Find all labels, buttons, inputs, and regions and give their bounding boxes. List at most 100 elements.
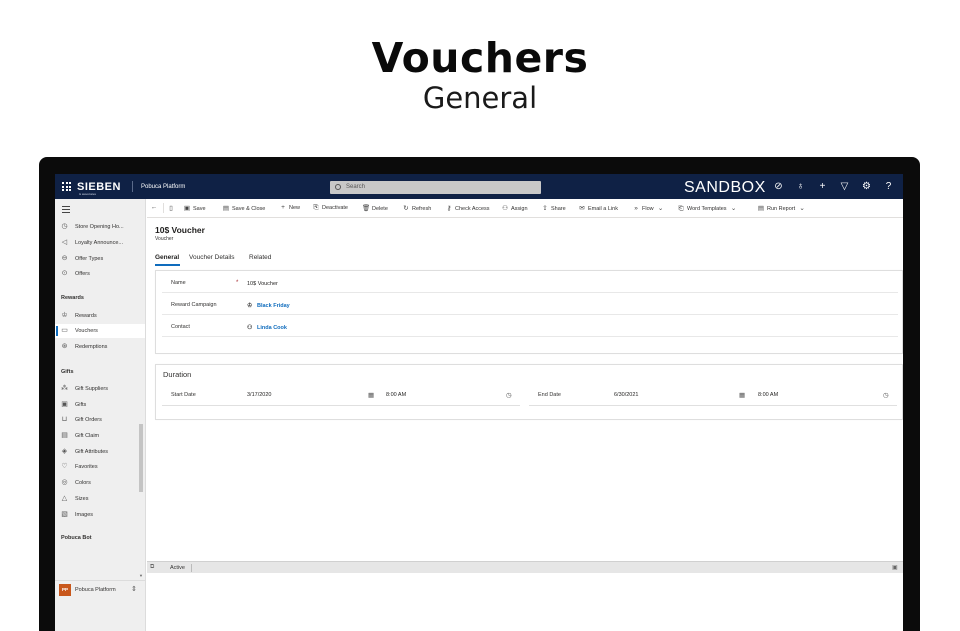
contact-lookup[interactable]: ⚇ Linda Cook xyxy=(247,324,287,331)
end-time-input[interactable]: 8:00 AM xyxy=(758,392,778,398)
reward-campaign-lookup[interactable]: ♔ Black Friday xyxy=(247,302,290,309)
share-button[interactable]: ⇪ Share xyxy=(541,204,565,213)
contact-value[interactable]: Linda Cook xyxy=(257,325,287,331)
app-name[interactable]: Pobuca Platform xyxy=(141,184,185,190)
record-title: 10$ Voucher xyxy=(155,225,205,235)
chevron-down-icon: ⌄ xyxy=(657,205,664,212)
reward-campaign-label: Reward Campaign xyxy=(171,302,217,308)
chevron-updown-icon: ⇕ xyxy=(131,586,137,593)
search-icon xyxy=(335,184,341,190)
clock-icon[interactable]: ◷ xyxy=(883,391,889,399)
sidebar-item-vouchers[interactable]: ▭ Vouchers xyxy=(55,324,145,338)
sidebar-item-label: Offer Types xyxy=(75,256,104,262)
new-button[interactable]: + New xyxy=(279,204,300,213)
sidebar-item-offer-types[interactable]: ⊖ Offer Types xyxy=(55,252,145,266)
calendar-icon[interactable]: ▦ xyxy=(368,391,374,399)
refresh-icon: ↻ xyxy=(403,205,409,212)
task-icon[interactable]: ⊘ xyxy=(773,181,784,192)
sidebar-item-label: Rewards xyxy=(75,313,97,319)
sidebar-item-gift-attributes[interactable]: ◈ Gift Attributes xyxy=(55,445,145,459)
sidebar-item-loyalty-announcements[interactable]: ◁ Loyalty Announce... xyxy=(55,236,145,250)
clock-icon[interactable]: ◷ xyxy=(506,391,512,399)
chevron-down-icon: ⌄ xyxy=(799,205,805,212)
sidebar-item-label: Store Opening Ho... xyxy=(75,224,124,230)
start-date-label: Start Date xyxy=(171,392,196,398)
reward-campaign-value[interactable]: Black Friday xyxy=(257,303,290,309)
field-row-end-date: End Date 6/30/2021 ▦ 8:00 AM ◷ xyxy=(529,384,897,406)
run-report-button[interactable]: ▤ Run Report ⌄ xyxy=(757,204,808,213)
word-icon: ⎗ xyxy=(678,205,684,212)
sidebar-item-gift-suppliers[interactable]: ⁂ Gift Suppliers xyxy=(55,382,145,396)
sidebar-item-favorites[interactable]: ♡ Favorites xyxy=(55,460,145,474)
active-tab-indicator xyxy=(155,264,180,266)
delete-button[interactable]: 🗑 Delete xyxy=(362,204,388,213)
app-launcher-icon[interactable] xyxy=(62,182,71,191)
sidebar-item-gift-orders[interactable]: ⊔ Gift Orders xyxy=(55,413,145,427)
claim-icon: ▤ xyxy=(61,432,68,439)
search-placeholder: Search xyxy=(346,184,366,190)
tab-general[interactable]: General xyxy=(155,254,179,261)
open-in-window-icon[interactable]: ⧉ xyxy=(150,564,154,571)
area-switcher[interactable]: PP Pobuca Platform ⇕ xyxy=(55,580,145,598)
clock-icon: ◷ xyxy=(61,223,68,230)
sidebar-item-label: Colors xyxy=(75,480,91,486)
global-search-input[interactable]: Search xyxy=(330,181,541,194)
sidebar-item-label: Redemptions xyxy=(75,344,108,350)
name-field[interactable]: 10$ Voucher xyxy=(247,281,278,287)
sidebar-scrollbar[interactable] xyxy=(139,424,143,492)
field-row-reward-campaign: Reward Campaign ♔ Black Friday xyxy=(162,293,898,315)
assign-button[interactable]: ⚇ Assign xyxy=(501,204,528,213)
end-date-input[interactable]: 6/30/2021 xyxy=(614,392,638,398)
field-row-start-date: Start Date 3/17/2020 ▦ 8:00 AM ◷ xyxy=(162,384,520,406)
word-templates-button[interactable]: ⎗ Word Templates ⌄ xyxy=(677,204,740,213)
sidebar-item-offers[interactable]: ⊙ Offers xyxy=(55,267,145,281)
filter-icon[interactable]: ▽ xyxy=(839,181,850,192)
sidebar-item-images[interactable]: ▧ Images xyxy=(55,508,145,522)
assign-label: Assign xyxy=(511,206,528,212)
tab-voucher-details[interactable]: Voucher Details xyxy=(189,254,235,261)
refresh-button[interactable]: ↻ Refresh xyxy=(402,204,431,213)
flow-button[interactable]: » Flow ⌄ xyxy=(632,204,667,213)
save-status-icon[interactable]: ▣ xyxy=(892,564,898,571)
back-button[interactable]: ← xyxy=(150,204,160,213)
save-close-button[interactable]: ▤ Save & Close xyxy=(222,204,265,213)
sidebar-item-store-opening-hours[interactable]: ◷ Store Opening Ho... xyxy=(55,220,145,234)
hamburger-menu-icon[interactable] xyxy=(62,206,70,215)
calendar-icon[interactable]: ▦ xyxy=(739,391,745,399)
heart-icon: ♡ xyxy=(61,463,68,470)
sidebar-item-label: Images xyxy=(75,512,94,518)
image-icon: ▧ xyxy=(61,511,68,518)
back-arrow-icon: ← xyxy=(150,204,158,211)
offer-icon: ⊙ xyxy=(61,270,68,277)
lightbulb-icon[interactable]: ♁ xyxy=(795,181,806,192)
sidebar-item-sizes[interactable]: △ Sizes xyxy=(55,492,145,506)
save-button[interactable]: ▣ Save xyxy=(183,204,206,213)
top-navigation-bar: SIEBEN & associates Pobuca Platform Sear… xyxy=(55,174,903,199)
footer-divider xyxy=(191,564,192,572)
sitemap-sidebar: ◷ Store Opening Ho... ◁ Loyalty Announce… xyxy=(55,199,146,631)
form-view-button[interactable]: ▯ xyxy=(167,204,177,213)
sidebar-item-colors[interactable]: ◎ Colors xyxy=(55,476,145,490)
sidebar-item-label: Offers xyxy=(75,271,90,277)
gear-icon[interactable]: ⚙ xyxy=(861,181,872,192)
contact-label: Contact xyxy=(171,324,190,330)
help-icon[interactable]: ? xyxy=(883,181,894,192)
sidebar-item-label: Favorites xyxy=(75,464,98,470)
sidebar-item-rewards[interactable]: ♔ Rewards xyxy=(55,309,145,323)
sidebar-item-gift-claim[interactable]: ▤ Gift Claim xyxy=(55,429,145,443)
start-date-input[interactable]: 3/17/2020 xyxy=(247,392,271,398)
topbar-divider xyxy=(132,181,133,192)
tab-related[interactable]: Related xyxy=(249,254,271,261)
palette-icon: ◎ xyxy=(61,479,68,486)
check-access-button[interactable]: ⚷ Check Access xyxy=(445,204,490,213)
email-link-button[interactable]: ✉ Email a Link xyxy=(578,204,618,213)
sidebar-item-gifts[interactable]: ▣ Gifts xyxy=(55,398,145,412)
area-badge: PP xyxy=(59,584,71,596)
plus-icon[interactable]: + xyxy=(817,181,828,192)
topbar-actions: ⊘ ♁ + ▽ ⚙ ? xyxy=(773,181,894,192)
name-field-label: Name xyxy=(171,280,186,286)
sidebar-item-redemptions[interactable]: ⊛ Redemptions xyxy=(55,340,145,354)
scroll-down-icon[interactable]: ▼ xyxy=(139,573,143,578)
deactivate-button[interactable]: ⎘ Deactivate xyxy=(312,204,348,213)
start-time-input[interactable]: 8:00 AM xyxy=(386,392,406,398)
